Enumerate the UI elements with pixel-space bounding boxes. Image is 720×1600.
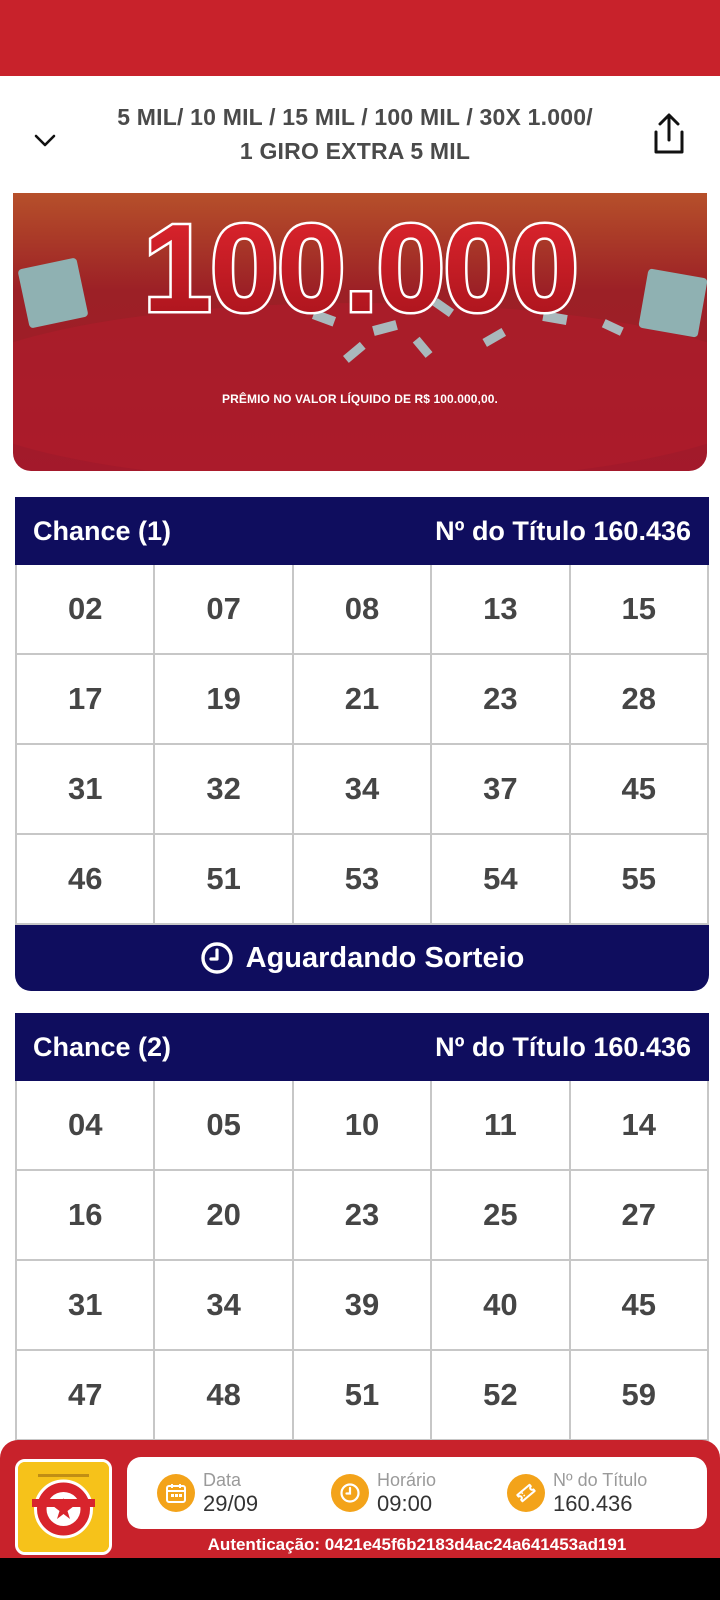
authentication-code: Autenticação: 0421e45f6b2183d4ac24a64145… xyxy=(207,1535,627,1554)
chance-header: Chance (1) Nº do Título 160.436 xyxy=(15,497,709,565)
number-cell: 14 xyxy=(570,1081,709,1171)
titulo-number: Nº do Título 160.436 xyxy=(435,1031,691,1062)
number-cell: 37 xyxy=(432,745,571,835)
status-text: Aguardando Sorteio xyxy=(245,941,525,974)
chance-label: Chance (1) xyxy=(33,515,172,546)
number-cell: 02 xyxy=(17,565,156,655)
clock-icon xyxy=(331,1474,369,1512)
number-grid: 02 07 08 13 15 17 19 21 23 28 31 32 34 3… xyxy=(15,565,709,925)
number-cell: 45 xyxy=(570,1261,709,1351)
top-bar xyxy=(0,0,720,76)
number-cell: 45 xyxy=(570,745,709,835)
ticket-icon xyxy=(507,1474,545,1512)
titulo-number: Nº do Título 160.436 xyxy=(435,515,691,546)
logo-emblem-icon xyxy=(18,1462,109,1552)
number-cell: 39 xyxy=(293,1261,433,1351)
number-cell: 59 xyxy=(570,1351,709,1441)
number-cell: 34 xyxy=(293,745,433,835)
banner-art: 100.000 xyxy=(13,193,707,471)
chance-card-1: Chance (1) Nº do Título 160.436 02 07 08… xyxy=(15,497,709,991)
number-cell: 04 xyxy=(17,1081,156,1171)
chance-header: Chance (2) Nº do Título 160.436 xyxy=(15,1013,709,1081)
number-cell: 51 xyxy=(293,1351,433,1441)
number-cell: 32 xyxy=(155,745,294,835)
draw-title: 5 MIL/ 10 MIL / 15 MIL / 100 MIL / 30X 1… xyxy=(70,100,640,168)
number-cell: 52 xyxy=(432,1351,571,1441)
chance-label: Chance (2) xyxy=(33,1031,172,1062)
date-label: Data xyxy=(203,1470,242,1490)
number-cell: 23 xyxy=(293,1171,433,1261)
title-number-info: Nº do Título 160.436 xyxy=(507,1457,647,1529)
number-cell: 13 xyxy=(432,565,571,655)
title-number-value: 160.436 xyxy=(553,1491,633,1516)
number-cell: 21 xyxy=(293,655,433,745)
time-info: Horário 09:00 xyxy=(331,1457,436,1529)
banner-headline: 100.000 xyxy=(143,200,577,338)
number-cell: 15 xyxy=(570,565,709,655)
number-cell: 25 xyxy=(432,1171,571,1261)
number-cell: 31 xyxy=(17,745,156,835)
number-cell: 31 xyxy=(17,1261,156,1351)
number-cell: 08 xyxy=(293,565,433,655)
header: 5 MIL/ 10 MIL / 15 MIL / 100 MIL / 30X 1… xyxy=(0,76,720,188)
number-cell: 53 xyxy=(293,835,433,925)
number-cell: 23 xyxy=(432,655,571,745)
draw-title-line2: 1 GIRO EXTRA 5 MIL xyxy=(239,138,471,164)
capitalization-logo[interactable] xyxy=(15,1459,112,1555)
draw-title-line1: 5 MIL/ 10 MIL / 15 MIL / 100 MIL / 30X 1… xyxy=(117,104,593,130)
number-cell: 34 xyxy=(155,1261,294,1351)
number-cell: 48 xyxy=(155,1351,294,1441)
number-cell: 55 xyxy=(570,835,709,925)
share-icon[interactable] xyxy=(648,112,690,156)
number-cell: 05 xyxy=(155,1081,294,1171)
clock-icon xyxy=(200,942,233,974)
chance-card-2: Chance (2) Nº do Título 160.436 04 05 10… xyxy=(15,1013,709,1441)
time-value: 09:00 xyxy=(377,1491,433,1516)
number-cell: 16 xyxy=(17,1171,156,1261)
number-cell: 11 xyxy=(432,1081,571,1171)
number-cell: 51 xyxy=(155,835,294,925)
number-cell: 17 xyxy=(17,655,156,745)
date-value: 29/09 xyxy=(203,1491,259,1516)
number-cell: 10 xyxy=(293,1081,433,1171)
time-label: Horário xyxy=(377,1470,437,1490)
number-cell: 07 xyxy=(155,565,294,655)
number-grid: 04 05 10 11 14 16 20 23 25 27 31 34 39 4… xyxy=(15,1081,709,1441)
system-nav-bar xyxy=(0,1558,720,1600)
number-cell: 19 xyxy=(155,655,294,745)
status-bar: Aguardando Sorteio xyxy=(15,925,709,991)
number-cell: 20 xyxy=(155,1171,294,1261)
prize-banner: 100.000 PRÊMIO NO VALOR LÍQUIDO DE R$ 10… xyxy=(13,193,707,471)
ticket-info-panel: Data 29/09 Horário 09:00 Nº do Título 16… xyxy=(127,1457,707,1529)
ticket-footer: Data 29/09 Horário 09:00 Nº do Título 16… xyxy=(0,1440,720,1558)
number-cell: 28 xyxy=(570,655,709,745)
number-cell: 47 xyxy=(17,1351,156,1441)
number-cell: 46 xyxy=(17,835,156,925)
calendar-icon xyxy=(157,1474,195,1512)
title-number-label: Nº do Título xyxy=(553,1470,648,1490)
banner-caption: PRÊMIO NO VALOR LÍQUIDO DE R$ 100.000,00… xyxy=(222,392,498,406)
number-cell: 40 xyxy=(432,1261,571,1351)
number-cell: 27 xyxy=(570,1171,709,1261)
chevron-down-icon[interactable] xyxy=(32,128,58,154)
number-cell: 54 xyxy=(432,835,571,925)
date-info: Data 29/09 xyxy=(157,1457,258,1529)
